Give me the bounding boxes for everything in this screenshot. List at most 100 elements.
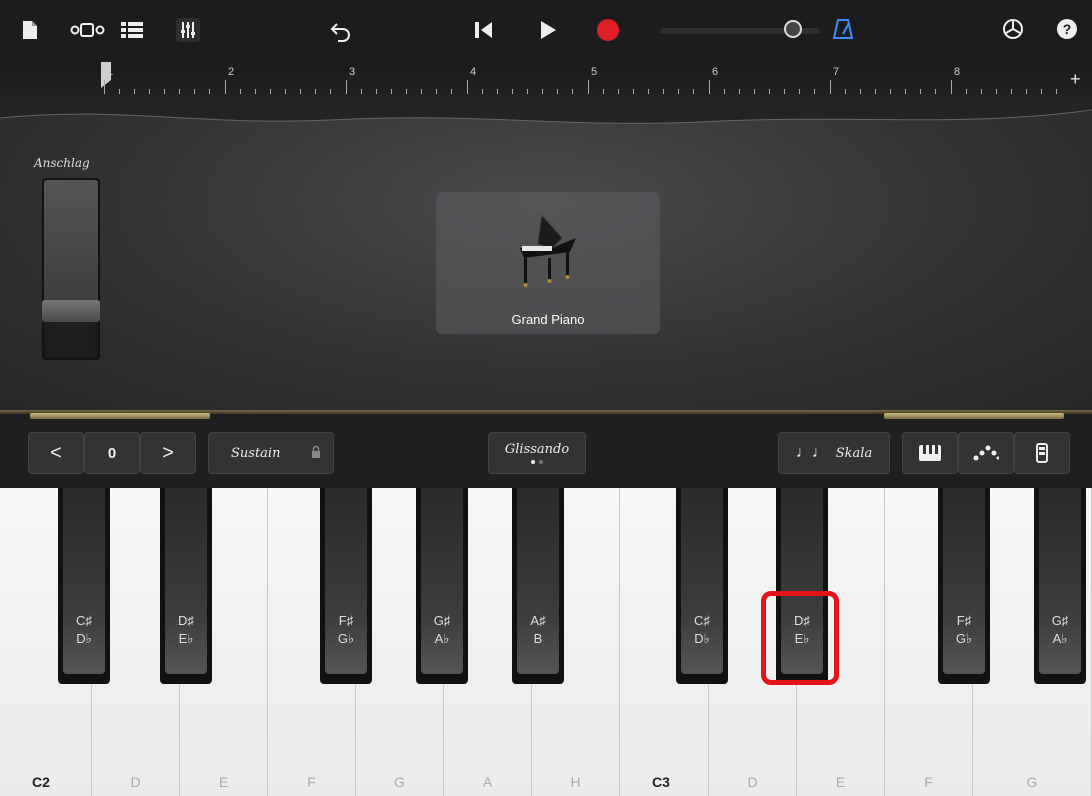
white-key-label: C3	[652, 774, 670, 790]
black-key-flat: A♭	[434, 631, 450, 646]
black-key-flat: B	[533, 631, 543, 646]
record-icon[interactable]	[596, 18, 620, 46]
add-bar-icon[interactable]: +	[1070, 68, 1081, 90]
sustain-button[interactable]: Sustain	[208, 432, 334, 474]
octave-up-button[interactable]: >	[140, 432, 196, 474]
piano-keyboard[interactable]: C2 D E F G A H C3 D E F G C♯ D♭ D♯ E♭ F♯ G♭ G♯ A♭ A♯ B C♯ D♭ D♯ E…	[0, 488, 1092, 796]
ruler-bar-number: 3	[349, 66, 356, 78]
ruler-tick	[572, 89, 573, 94]
black-key[interactable]: C♯ D♭	[58, 488, 110, 684]
highlight-box	[761, 591, 839, 685]
velocity-slider[interactable]	[42, 178, 100, 360]
ruler-bar-number: 2	[228, 66, 235, 78]
ruler-tick	[406, 89, 407, 94]
ruler-tick	[255, 89, 256, 94]
ruler-tick	[149, 89, 150, 94]
ruler-tick	[678, 89, 679, 94]
glissando-button[interactable]: Glissando	[488, 432, 586, 474]
black-key-sharp: C♯	[76, 613, 92, 628]
ruler-tick	[300, 89, 301, 94]
range-slider-right[interactable]	[884, 413, 1064, 419]
scale-button[interactable]: ♩♩ Skala	[778, 432, 890, 474]
ruler-tick	[875, 89, 876, 94]
ruler-bar-line	[830, 80, 831, 94]
white-key-label: D	[747, 774, 758, 790]
octave-value: 0	[84, 432, 140, 474]
ruler-bar-line	[346, 80, 347, 94]
black-key-label: D♯ E♭	[160, 612, 212, 648]
ruler-bar-number: 8	[954, 66, 961, 78]
white-key-label: G	[1026, 774, 1038, 790]
ruler-tick	[391, 89, 392, 94]
black-key-label: A♯ B	[512, 612, 564, 648]
ruler-tick	[633, 89, 634, 94]
black-key[interactable]: G♯ A♭	[1034, 488, 1086, 684]
ruler-tick	[1041, 89, 1042, 94]
ruler-bar-number: 7	[833, 66, 840, 78]
ruler-tick	[330, 89, 331, 94]
track-view-icon[interactable]	[70, 20, 106, 44]
keyboard-layout-button[interactable]	[902, 432, 958, 474]
keyboard-size-button[interactable]	[1014, 432, 1070, 474]
ruler-tick	[981, 89, 982, 94]
ruler-bar-line	[225, 80, 226, 94]
tracks-icon[interactable]	[120, 20, 144, 44]
ruler-tick	[739, 89, 740, 94]
arpeggiator-icon	[973, 445, 999, 461]
ruler-tick	[119, 89, 120, 94]
mixer-icon[interactable]	[176, 18, 200, 46]
ruler-bar-number: 1	[107, 66, 114, 78]
ruler-tick	[603, 89, 604, 94]
keyboard-icon	[919, 445, 941, 461]
velocity-handle[interactable]	[42, 300, 100, 322]
instrument-card[interactable]: Grand Piano	[436, 192, 660, 334]
ruler-tick	[769, 89, 770, 94]
black-key-sharp: G♯	[1051, 613, 1069, 628]
ruler-tick	[527, 89, 528, 94]
ruler-tick	[451, 89, 452, 94]
metronome-icon[interactable]	[832, 18, 854, 44]
arpeggiator-button[interactable]	[958, 432, 1014, 474]
ruler-bar-number: 4	[470, 66, 477, 78]
keyboard-size-icon	[1036, 443, 1048, 463]
black-key-sharp: D♯	[178, 613, 194, 628]
ruler-bar-line	[709, 80, 710, 94]
ruler-tick	[209, 89, 210, 94]
octave-down-button[interactable]: <	[28, 432, 84, 474]
document-icon[interactable]	[22, 20, 38, 44]
ruler-tick	[890, 89, 891, 94]
white-key-label: E	[218, 774, 229, 790]
instrument-name: Grand Piano	[511, 312, 585, 327]
ruler-tick	[754, 89, 755, 94]
black-key-sharp: F♯	[338, 613, 354, 628]
volume-slider[interactable]	[660, 20, 820, 38]
black-key[interactable]: D♯ E♭	[160, 488, 212, 684]
black-key-flat: D♭	[694, 631, 710, 646]
black-key[interactable]: C♯ D♭	[676, 488, 728, 684]
black-key[interactable]: F♯ G♭	[938, 488, 990, 684]
ruler-tick	[1011, 89, 1012, 94]
black-key-label: F♯ G♭	[320, 612, 372, 648]
black-key[interactable]: F♯ G♭	[320, 488, 372, 684]
volume-knob[interactable]	[784, 20, 802, 38]
settings-icon[interactable]	[1002, 18, 1024, 44]
help-icon[interactable]: ?	[1056, 18, 1078, 44]
range-slider-left[interactable]	[30, 413, 210, 419]
play-icon[interactable]	[538, 20, 558, 44]
ruler-bar-line	[588, 80, 589, 94]
toolbar: ?	[0, 0, 1092, 62]
ruler-tick	[512, 89, 513, 94]
black-key[interactable]: A♯ B	[512, 488, 564, 684]
ruler-tick	[179, 89, 180, 94]
black-key-label: G♯ A♭	[1034, 612, 1086, 648]
ruler-tick	[421, 89, 422, 94]
ruler-tick	[784, 89, 785, 94]
black-key[interactable]: G♯ A♭	[416, 488, 468, 684]
ruler-bar-line	[951, 80, 952, 94]
ruler-tick	[436, 89, 437, 94]
white-key-label: G	[394, 774, 405, 790]
ruler-tick	[270, 89, 271, 94]
ruler-tick	[164, 89, 165, 94]
undo-icon[interactable]	[330, 20, 352, 46]
rewind-icon[interactable]	[474, 20, 494, 44]
